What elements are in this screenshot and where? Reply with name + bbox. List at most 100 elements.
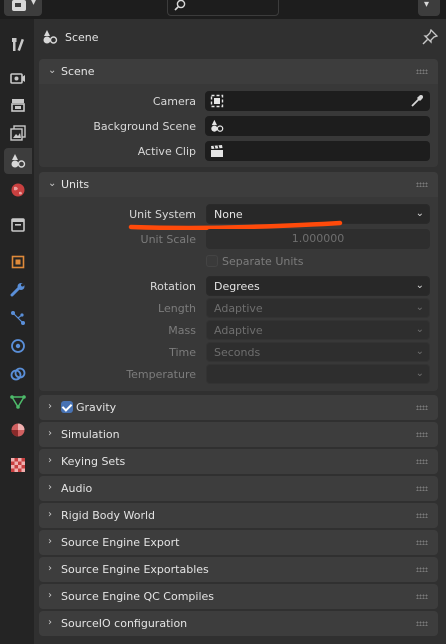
tab-modifiers[interactable] [4, 277, 32, 303]
chevron-down-icon: ▾ [31, 0, 37, 8]
editor-type-button[interactable]: ▾ [4, 0, 42, 16]
time-value: Seconds [214, 346, 261, 359]
time-label: Time [169, 346, 196, 359]
properties-editor-icon [12, 0, 26, 11]
top-bar: ▾ ▾ [0, 0, 446, 19]
chevron-down-icon: ▾ [424, 0, 430, 10]
chevron-down-icon: ⌄ [48, 178, 57, 189]
chevron-right-icon: › [48, 617, 52, 628]
panel-title: Source Engine Exportables [61, 563, 209, 576]
scene-icon [211, 119, 224, 132]
drag-handle-icon[interactable] [416, 594, 428, 599]
mass-dropdown[interactable]: Adaptive ⌄ [206, 320, 430, 340]
mass-label: Mass [168, 324, 196, 337]
chevron-right-icon: › [48, 509, 52, 520]
tab-material[interactable] [4, 417, 32, 443]
chevron-down-icon: ⌄ [415, 280, 424, 291]
panel-title: Rigid Body World [61, 509, 156, 522]
drag-handle-icon[interactable] [416, 486, 428, 491]
tab-texture[interactable] [4, 452, 32, 478]
camera-label: Camera [152, 95, 196, 108]
tab-tool[interactable] [4, 31, 32, 57]
object-icon [11, 255, 25, 269]
drag-handle-icon[interactable] [416, 69, 428, 74]
tab-object[interactable] [4, 249, 32, 275]
tab-world[interactable] [4, 177, 32, 203]
rotation-dropdown[interactable]: Degrees ⌄ [206, 276, 430, 296]
panel-header-source-engine-export[interactable]: › Source Engine Export [39, 530, 438, 555]
panel-header-sourceio-configuration[interactable]: › SourceIO configuration [39, 611, 438, 636]
drag-handle-icon[interactable] [416, 567, 428, 572]
search-input[interactable] [167, 0, 279, 16]
panel-header-units[interactable]: ⌄ Units [39, 172, 438, 197]
rotation-value: Degrees [214, 280, 260, 293]
chevron-down-icon: ⌄ [415, 346, 424, 357]
unit-scale-label: Unit Scale [140, 233, 196, 246]
panel-header-audio[interactable]: › Audio [39, 476, 438, 501]
drag-handle-icon[interactable] [416, 513, 428, 518]
world-icon [11, 183, 25, 197]
panel-header-keying-sets[interactable]: › Keying Sets [39, 449, 438, 474]
drag-handle-icon[interactable] [416, 540, 428, 545]
panel-title: Source Engine QC Compiles [61, 590, 215, 603]
panel-title: Scene [61, 65, 95, 78]
texture-icon [11, 458, 25, 472]
separate-units-checkbox[interactable] [206, 255, 218, 267]
panel-title: Source Engine Export [61, 536, 180, 549]
camera-field[interactable] [205, 91, 430, 111]
drag-handle-icon[interactable] [416, 459, 428, 464]
length-dropdown[interactable]: Adaptive ⌄ [206, 298, 430, 318]
wrench-icon [10, 283, 25, 297]
tab-particles[interactable] [4, 305, 32, 331]
chevron-down-icon: ⌄ [48, 65, 57, 76]
drag-handle-icon[interactable] [416, 182, 428, 187]
tab-scene[interactable] [4, 148, 32, 174]
drag-handle-icon[interactable] [416, 621, 428, 626]
pin-icon[interactable] [422, 29, 438, 45]
panel-header-scene[interactable]: ⌄ Scene [39, 59, 438, 84]
eyedropper-icon[interactable] [410, 94, 424, 108]
mass-value: Adaptive [214, 324, 263, 337]
tool-icon [12, 38, 24, 51]
panel-header-simulation[interactable]: › Simulation [39, 422, 438, 447]
clapperboard-icon [211, 145, 223, 157]
view-layer-icon [10, 125, 26, 141]
panel-header-rigid-body-world[interactable]: › Rigid Body World [39, 503, 438, 528]
panel-header-source-engine-exportables[interactable]: › Source Engine Exportables [39, 557, 438, 582]
panel-title: SourceIO configuration [61, 617, 188, 630]
unit-scale-value: 1.000000 [291, 232, 345, 245]
chevron-right-icon: › [48, 401, 52, 412]
background-scene-field[interactable] [205, 116, 430, 136]
tab-physics[interactable] [4, 333, 32, 359]
options-dropdown-button[interactable]: ▾ [418, 0, 440, 16]
scene-icon [11, 154, 26, 168]
active-clip-field[interactable] [205, 141, 430, 161]
temperature-dropdown[interactable]: ⌄ [206, 364, 430, 384]
properties-tab-bar [0, 19, 34, 644]
chevron-down-icon: ⌄ [415, 302, 424, 313]
context-title: Scene [65, 31, 99, 44]
chevron-right-icon: › [48, 536, 52, 547]
tab-constraints[interactable] [4, 361, 32, 387]
drag-handle-icon[interactable] [416, 432, 428, 437]
length-value: Adaptive [214, 302, 263, 315]
tab-view-layer[interactable] [4, 120, 32, 146]
unit-scale-field[interactable]: 1.000000 [206, 229, 430, 249]
panel-title: Keying Sets [61, 455, 126, 468]
chevron-down-icon: ⌄ [415, 208, 424, 219]
tab-render[interactable] [4, 64, 32, 90]
gravity-checkbox[interactable] [61, 401, 73, 413]
constraints-icon [10, 367, 26, 381]
panel-header-source-engine-qc-compiles[interactable]: › Source Engine QC Compiles [39, 584, 438, 609]
tab-data[interactable] [4, 389, 32, 415]
tab-output[interactable] [4, 92, 32, 118]
tab-collection[interactable] [4, 212, 32, 238]
panel-header-gravity[interactable]: › Gravity [39, 395, 438, 420]
time-dropdown[interactable]: Seconds ⌄ [206, 342, 430, 362]
camera-data-icon [210, 94, 224, 108]
length-label: Length [158, 302, 196, 315]
panel-title: Units [61, 178, 90, 191]
temperature-label: Temperature [126, 368, 196, 381]
drag-handle-icon[interactable] [416, 405, 428, 410]
context-header: Scene [34, 19, 446, 57]
